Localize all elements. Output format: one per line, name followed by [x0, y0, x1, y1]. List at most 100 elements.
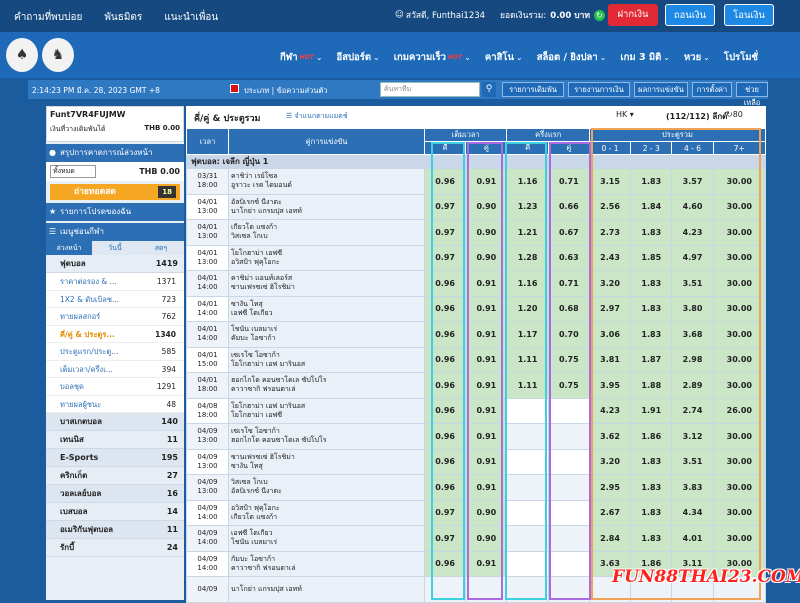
kickoff-time: 13:00 [197, 206, 218, 215]
sub-item[interactable]: 1X2 & ดับเบิลช... 723 [46, 290, 184, 308]
search-icon[interactable]: ⚲ [482, 82, 496, 97]
nav-label: กีฬา [280, 52, 298, 63]
home-team: เซเรโซ โอซาก้า [231, 350, 280, 359]
home-team: เซเรโซ โอซาก้า [231, 427, 280, 436]
odds-header: คี่/คู่ & ประตูรวม ☰ จำแนกตามแมตช์ HK ▾ … [186, 106, 766, 126]
sport-name: E-Sports [60, 453, 99, 462]
transfer-button[interactable]: โอนเงิน [724, 4, 774, 26]
chevron-down-icon: ⌄ [373, 53, 380, 62]
credit-label: เงินที่วางเดิมพันได้ [50, 125, 106, 133]
forecast-panel-header[interactable]: ● สรุปการคาดการณ์ล่วงหน้า [46, 144, 184, 162]
nav-item-3d-games[interactable]: เกม 3 มิติ ⌄ [620, 50, 670, 65]
list-view-toggle[interactable]: ☰ จำแนกตามแมตช์ [286, 111, 348, 122]
sport-item-american-football[interactable]: อเมริกันฟุตบอล 11 [46, 521, 184, 539]
home-team: ซางัน โทสุ [231, 299, 263, 308]
partner-link[interactable]: พันธมิตร [104, 10, 142, 25]
statement-button[interactable]: รายงานการเงิน [568, 82, 630, 97]
sub-item[interactable]: ทายผลผู้ชนะ 48 [46, 395, 184, 413]
clock: 2:14:23 PM มี.ค. 28, 2023 GMT +8 [32, 86, 160, 95]
nav-item-promotions[interactable]: โปรโมชั่ [724, 50, 758, 65]
menu-icon: ☰ [49, 227, 57, 236]
refer-link[interactable]: แนะนำเพื่อน [164, 10, 218, 25]
live-button[interactable]: ถ่ายทอดสด 18 [50, 184, 180, 200]
tab-today[interactable]: วันนี้ [92, 241, 138, 255]
filter-select[interactable]: ทั้งหมด [50, 165, 96, 178]
refresh-value: 80 [732, 110, 743, 119]
match-teams: ฮอกไกโด คอนซาโดเล ซัปโปโร คาวาซากิ ฟรอนตา… [228, 372, 425, 399]
sport-item-esports[interactable]: E-Sports 195 [46, 449, 184, 467]
language-messages[interactable]: ประเภท | ข้อความส่วนตัว [244, 85, 328, 97]
sub-item[interactable]: ทายผลสกอร์ 762 [46, 308, 184, 326]
credit-value: THB 0.00 [144, 124, 180, 132]
match-time: 04/09 13:00 [186, 474, 229, 501]
chevron-down-icon: ⌄ [599, 53, 607, 62]
sport-item-football[interactable]: ฟุตบอล 1419 [46, 255, 184, 273]
tottenham-logo-icon: ♞ [42, 38, 74, 72]
kickoff-time: 18:00 [197, 181, 218, 190]
sport-name: คริกเก็ต [60, 471, 88, 480]
home-team: คาชิว่า เรย์โซล [231, 172, 278, 181]
left-panel: Funt7VR4FUJMW เงินที่วางเดิมพันได้ THB 0.… [46, 106, 184, 600]
match-time: 04/09 14:00 [186, 550, 229, 577]
nav-label: อีสปอร์ต [336, 52, 372, 63]
sub-item[interactable]: ประตูแรก/ประตู... 585 [46, 343, 184, 361]
sport-count: 16 [166, 489, 178, 498]
match-time: 04/09 14:00 [186, 525, 229, 552]
faq-link[interactable]: คำถามที่พบบ่อย [14, 10, 82, 25]
sub-name: ราคาต่อรอง & ... [60, 277, 117, 286]
away-team: โยโกฮาม่า เอฟซี [231, 410, 283, 419]
odds-type-select[interactable]: HK ▾ [616, 110, 634, 119]
nav-item-sports[interactable]: กีฬา HOT ⌄ [280, 50, 323, 65]
nav-item-speed-games[interactable]: เกมความเร็ว HOT ⌄ [394, 50, 471, 65]
sub-count: 585 [161, 347, 176, 356]
nav-item-slots[interactable]: สล็อต / ยิงปลา ⌄ [537, 50, 607, 65]
sub-item[interactable]: ราคาต่อรอง & ... 1371 [46, 273, 184, 291]
team-search-input[interactable]: ค้นหาทีม [380, 82, 480, 97]
results-button[interactable]: ผลการแข่งขัน [634, 82, 688, 97]
sport-item-rugby[interactable]: รักบี้ 24 [46, 539, 184, 557]
withdraw-button[interactable]: ถอนเงิน [665, 4, 715, 26]
help-button[interactable]: ช่วยเหลือ [736, 82, 768, 107]
flag-icon[interactable] [230, 84, 239, 93]
sub-name: ทายผลผู้ชนะ [60, 399, 102, 409]
sub-item[interactable]: เต็มเวลา/ครึ่งเ... 394 [46, 360, 184, 378]
match-date: 04/09 [197, 452, 218, 461]
sport-item-basketball[interactable]: บาสเกตบอล 140 [46, 413, 184, 431]
nav-item-esports[interactable]: อีสปอร์ต ⌄ [337, 50, 380, 65]
kickoff-time: 14:00 [197, 308, 218, 317]
balance-area: ยอดเงินรวม: 0.00 บาท ↻ [500, 8, 605, 22]
col-fulltime: เต็มเวลา [423, 128, 508, 142]
match-time: 04/08 18:00 [186, 397, 229, 424]
tab-early[interactable]: ล่วงหน้า [46, 241, 92, 255]
sub-count: 1291 [156, 382, 176, 391]
home-team: โชนัน เบลมาเร่ [231, 325, 278, 334]
deposit-button[interactable]: ฝากเงิน [608, 4, 658, 26]
nav-item-lottery[interactable]: หวย ⌄ [684, 50, 710, 65]
nav-item-casino[interactable]: คาสิโน ⌄ [485, 50, 523, 65]
sub-item[interactable]: บอลชุด 1291 [46, 378, 184, 396]
home-team: นาโกย่า แกรมปุส เอทท์ [231, 584, 302, 593]
refresh-counter[interactable]: ↻80 [726, 110, 743, 119]
hot-badge: HOT [299, 54, 314, 61]
nav-label: หวย [684, 52, 702, 63]
home-team: โยโกฮาม่า เอฟซี [231, 248, 283, 257]
favorites-header[interactable]: ★ รายการโปรดของฉัน [46, 203, 184, 221]
home-team: คาชิม่า แอนท์เลอร์ส [231, 274, 293, 283]
refresh-balance-icon[interactable]: ↻ [593, 9, 605, 21]
refresh-icon: ↻ [726, 110, 733, 119]
ft-odd-highlight [431, 142, 465, 600]
match-date: 04/01 [197, 197, 218, 206]
bet-list-button[interactable]: รายการเดิมพัน [502, 82, 564, 97]
chevron-down-icon: ⌄ [703, 53, 710, 62]
sport-item-baseball[interactable]: เบสบอล 14 [46, 503, 184, 521]
settings-button[interactable]: การตั้งค่า [692, 82, 732, 97]
sport-item-volleyball[interactable]: วอลเลย์บอล 16 [46, 485, 184, 503]
sub-item-active[interactable]: คี่/คู่ & ประตูร... 1340 [46, 325, 184, 343]
match-time: 04/09 13:00 [186, 448, 229, 475]
match-time: 04/01 13:00 [186, 219, 229, 246]
match-date: 04/01 [197, 325, 218, 334]
credit-row: เงินที่วางเดิมพันได้ THB 0.00 [50, 124, 180, 135]
tab-live[interactable]: สดๆ [138, 241, 184, 255]
sport-item-cricket[interactable]: คริกเก็ต 27 [46, 467, 184, 485]
sport-item-tennis[interactable]: เทนนิส 11 [46, 431, 184, 449]
